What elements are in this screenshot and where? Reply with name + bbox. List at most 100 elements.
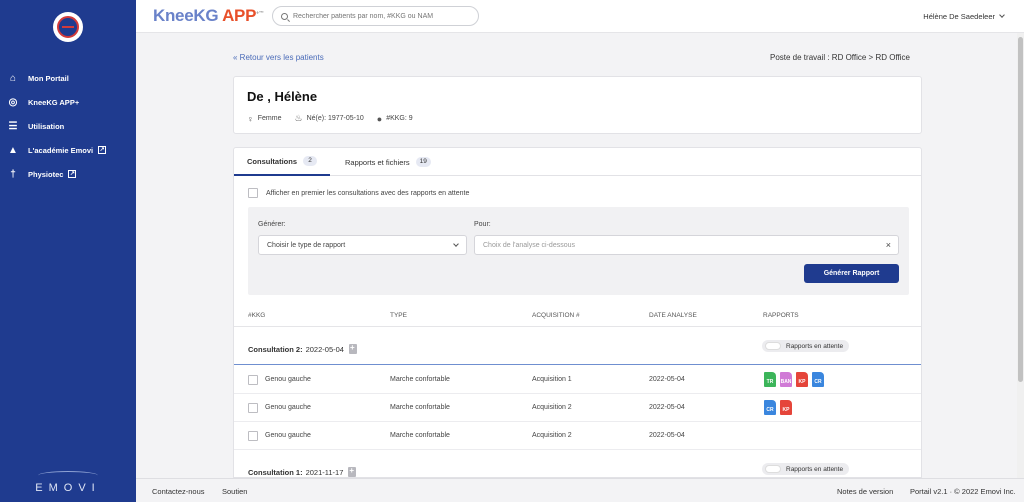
- consultation-title: Consultation 2: 2022-05-04: [248, 343, 357, 354]
- pending-first-filter[interactable]: Afficher en premier les consultations av…: [248, 188, 469, 198]
- consultation-row[interactable]: Consultation 2:2022-05-04 Rapports en at…: [234, 328, 921, 365]
- row-checkbox[interactable]: [248, 375, 258, 385]
- search-box[interactable]: [272, 6, 479, 26]
- pending-reports-toggle[interactable]: Rapports en attente: [762, 463, 850, 475]
- patient-sex: Femme: [257, 115, 282, 122]
- brand-kneekg: KneeKG: [153, 6, 219, 25]
- col-header-type: TYPE: [390, 312, 407, 319]
- sidebar-item-utilisation[interactable]: ☰ Utilisation: [0, 114, 136, 138]
- report-generator: Générer: Pour: Choisir le type de rappor…: [248, 207, 909, 295]
- count-badge: 19: [415, 157, 431, 167]
- analysis-select[interactable]: Choix de l'analyse ci-dessous ×: [474, 235, 899, 255]
- gender-icon: ♀: [247, 113, 254, 124]
- sidebar-item-kneekg-app[interactable]: ◎ KneeKG APP+: [0, 90, 136, 114]
- external-link-icon: ↗: [98, 146, 107, 154]
- patient-meta: ♀ Femme ♨ Né(e): 1977-05-10 ● #KKG: 9: [247, 113, 426, 124]
- kneekg-icon: ◎: [8, 96, 18, 108]
- report-type-value: Choisir le type de rapport: [267, 241, 346, 249]
- user-name: Hélène De Saedeleer: [923, 12, 995, 21]
- cell-date: 2022-05-04: [649, 404, 685, 411]
- toggle-label: Rapports en attente: [786, 465, 844, 473]
- tab-consultations[interactable]: Consultations 2: [234, 148, 330, 176]
- chevron-down-icon: [453, 241, 459, 247]
- clear-icon[interactable]: ×: [886, 240, 891, 250]
- workstation-label: Poste de travail : RD Office > RD Office: [770, 53, 910, 62]
- consultation-row[interactable]: Consultation 1:2021-11-17 Rapports en at…: [234, 451, 921, 477]
- pour-label: Pour:: [474, 221, 491, 228]
- search-icon: [281, 12, 288, 20]
- release-notes-link[interactable]: Notes de version: [837, 487, 893, 496]
- consultation-title: Consultation 1: 2021-11-17: [248, 466, 357, 477]
- sidebar-item-label: Physiotec: [28, 169, 64, 179]
- consultation-label: Consultation 1:: [248, 467, 303, 477]
- support-link[interactable]: Soutien: [222, 487, 247, 496]
- col-header-acquisition: ACQUISITION #: [532, 312, 580, 319]
- pending-reports-toggle[interactable]: Rapports en attente: [762, 340, 850, 352]
- table-header: #KKG TYPE ACQUISITION # DATE ANALYSE RAP…: [234, 308, 921, 327]
- row-checkbox[interactable]: [248, 431, 258, 441]
- report-kp-icon[interactable]: KP: [780, 400, 792, 415]
- report-type-select[interactable]: Choisir le type de rapport: [258, 235, 467, 255]
- contact-link[interactable]: Contactez-nous: [152, 487, 205, 496]
- search-input[interactable]: [293, 12, 463, 20]
- external-link-icon: ↗: [68, 170, 77, 178]
- pending-first-checkbox[interactable]: [248, 188, 258, 198]
- globe-icon: [57, 16, 79, 38]
- birthday-cake-icon: ♨: [294, 113, 303, 123]
- report-ban-icon[interactable]: BAN: [780, 372, 792, 387]
- report-tr-icon[interactable]: TR: [764, 372, 776, 387]
- home-icon: ⌂: [9, 72, 17, 84]
- row-checkbox[interactable]: [248, 403, 258, 413]
- physio-icon: †: [10, 168, 16, 180]
- cell-acquisition: Acquisition 2: [532, 404, 572, 411]
- analysis-placeholder: Choix de l'analyse ci-dessous: [483, 241, 575, 249]
- top-bar: KneeKG APP+™ Hélène De Saedeleer: [136, 0, 1024, 33]
- user-menu[interactable]: Hélène De Saedeleer: [923, 12, 1005, 21]
- brand-app: APP: [218, 6, 257, 25]
- sidebar-item-label: L'académie Emovi: [28, 145, 94, 155]
- patient-kkg: #KKG: 9: [386, 115, 413, 122]
- database-icon: ☰: [8, 120, 18, 132]
- count-badge: 2: [303, 156, 317, 166]
- consultations-panel: Consultations 2 Rapports et fichiers 19 Af…: [233, 147, 922, 478]
- report-kp-icon[interactable]: KP: [796, 372, 808, 387]
- footer: Contactez-nous Soutien Notes de version …: [136, 478, 1024, 502]
- app-logo[interactable]: [53, 12, 83, 42]
- scrollbar-thumb[interactable]: [1018, 37, 1023, 382]
- table-row: Genou gauche Marche confortable Acquisit…: [234, 394, 921, 422]
- sidebar-item-physiotec[interactable]: † Physiotec ↗: [0, 162, 136, 186]
- sidebar-item-academie[interactable]: ▲ L'académie Emovi ↗: [0, 138, 136, 162]
- brand-sup: +™: [256, 10, 264, 17]
- back-to-patients-link[interactable]: « Retour vers les patients: [233, 53, 324, 62]
- tab-label: Consultations: [247, 156, 297, 166]
- chevron-down-icon: [999, 12, 1005, 18]
- consultation-date: 2021-11-17: [305, 467, 344, 477]
- table-row: Genou gauche Marche confortable Acquisit…: [234, 366, 921, 394]
- add-file-icon[interactable]: [348, 343, 357, 354]
- brand-logo[interactable]: KneeKG APP+™: [153, 6, 264, 26]
- cell-acquisition: Acquisition 1: [532, 376, 572, 383]
- cell-type: Marche confortable: [390, 432, 450, 439]
- add-file-icon[interactable]: [348, 466, 357, 477]
- report-cr-icon[interactable]: CR: [812, 372, 824, 387]
- sidebar-item-label: KneeKG APP+: [28, 97, 80, 107]
- consultation-date: 2022-05-04: [305, 344, 344, 354]
- generate-report-button[interactable]: Générer Rapport: [804, 264, 899, 283]
- report-icons: TR BAN KP CR: [764, 372, 828, 387]
- sidebar-item-mon-portail[interactable]: ⌂ Mon Portail: [0, 66, 136, 90]
- tab-rapports-fichiers[interactable]: Rapports et fichiers 19: [332, 148, 444, 176]
- patient-birthdate: Né(e): 1977-05-10: [306, 115, 364, 122]
- generer-label: Générer:: [258, 221, 286, 228]
- toggle-knob: [765, 342, 781, 350]
- tabs: Consultations 2 Rapports et fichiers 19: [234, 148, 921, 176]
- cell-knee: Genou gauche: [265, 404, 311, 411]
- cell-date: 2022-05-04: [649, 376, 685, 383]
- report-cr-icon[interactable]: CR: [764, 400, 776, 415]
- table-row: Genou gauche Marche confortable Acquisit…: [234, 422, 921, 450]
- person-icon: ●: [376, 113, 383, 124]
- consultation-label: Consultation 2:: [248, 344, 303, 354]
- toggle-knob: [765, 465, 781, 473]
- tab-label: Rapports et fichiers: [345, 157, 410, 167]
- scrollbar[interactable]: [1017, 33, 1024, 478]
- sidebar-item-label: Utilisation: [28, 121, 65, 131]
